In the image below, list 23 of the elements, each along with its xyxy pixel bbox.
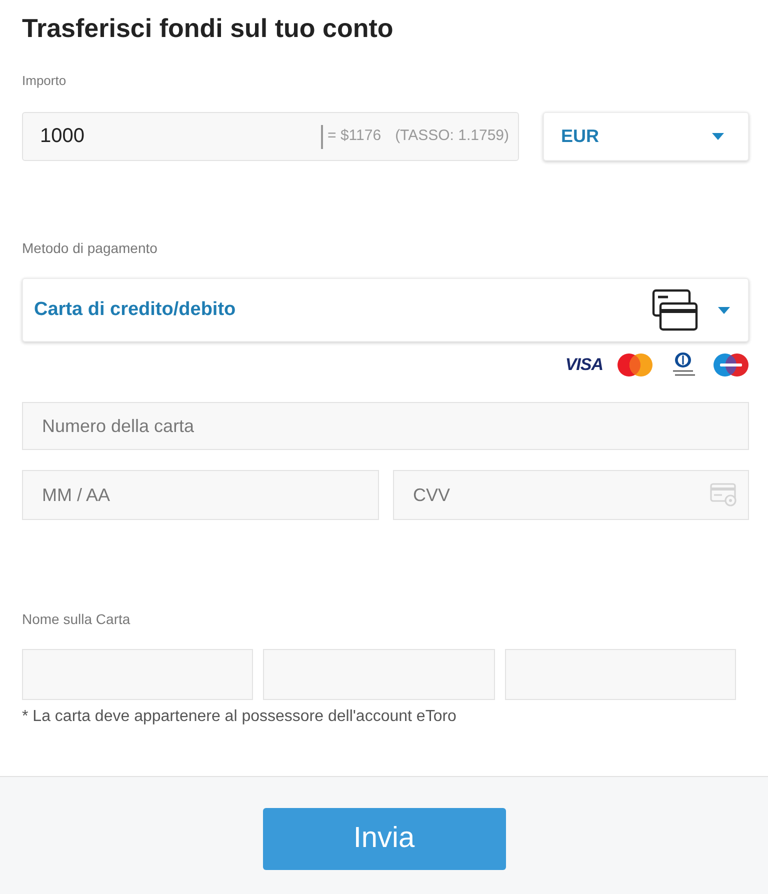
credit-cards-icon <box>652 289 698 331</box>
mastercard-logo-icon <box>617 352 653 376</box>
submit-button[interactable]: Invia <box>262 808 506 870</box>
payment-method-label: Metodo di pagamento <box>22 239 158 257</box>
name-input-field[interactable] <box>22 649 254 700</box>
exchange-rate: (TASSO: 1.1759) <box>395 126 509 146</box>
maestro-logo-icon <box>713 352 749 376</box>
name-input-field[interactable] <box>504 649 736 700</box>
expiry-date-field[interactable]: MM / AA <box>22 470 379 520</box>
currency-select[interactable]: EUR <box>543 112 749 161</box>
card-cvv-icon <box>710 483 737 507</box>
caret-icon <box>712 133 724 140</box>
amount-label: Importo <box>22 72 66 90</box>
page-title: Trasferisci fondi sul tuo conto <box>22 12 394 44</box>
caret-icon <box>718 306 730 314</box>
name-input-field[interactable] <box>263 649 495 700</box>
converted-amount: = $1176 <box>328 126 382 146</box>
cvv-field[interactable]: CVV <box>393 470 749 520</box>
card-owner-note: * La carta deve appartenere al possessore dell'account eToro <box>22 707 456 727</box>
payment-method-select[interactable]: Carta di credito/debito <box>22 278 749 342</box>
visa-logo: VISA <box>565 356 603 373</box>
card-name-label: Nome sulla Carta <box>22 610 130 628</box>
card-number-field[interactable]: Numero della carta <box>22 402 749 450</box>
